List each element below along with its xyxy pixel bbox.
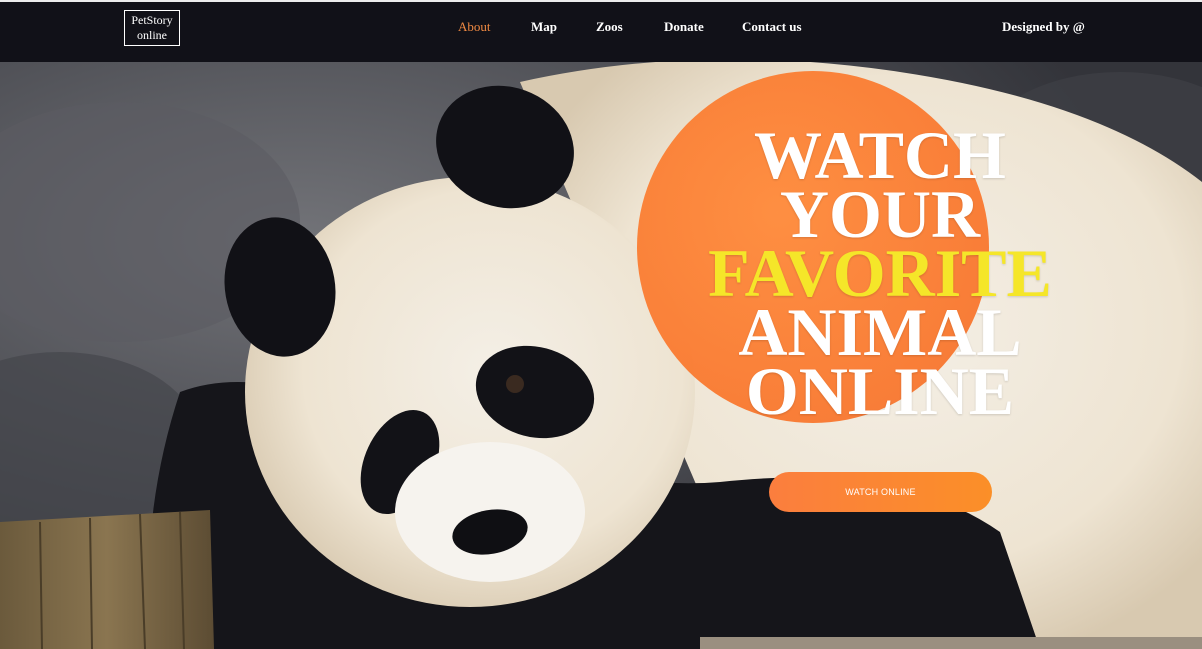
hero-headline: WATCH YOUR FAVORITE ANIMAL ONLINE — [640, 121, 1120, 429]
nav-donate[interactable]: Donate — [664, 19, 704, 35]
site-header: PetStory online About Map Zoos Donate Co… — [0, 2, 1202, 62]
nav-zoos[interactable]: Zoos — [596, 19, 623, 35]
designer-credit: Designed by @ — [1002, 19, 1085, 34]
nav-contact-us[interactable]: Contact us — [742, 19, 802, 35]
hero-section: WATCH YOUR FAVORITE ANIMAL ONLINE WATCH … — [0, 62, 1202, 649]
headline-line-5: ONLINE — [745, 353, 1015, 429]
nav-map[interactable]: Map — [531, 19, 557, 35]
watch-online-button[interactable]: WATCH ONLINE — [769, 472, 992, 512]
nav-about[interactable]: About — [458, 19, 491, 35]
